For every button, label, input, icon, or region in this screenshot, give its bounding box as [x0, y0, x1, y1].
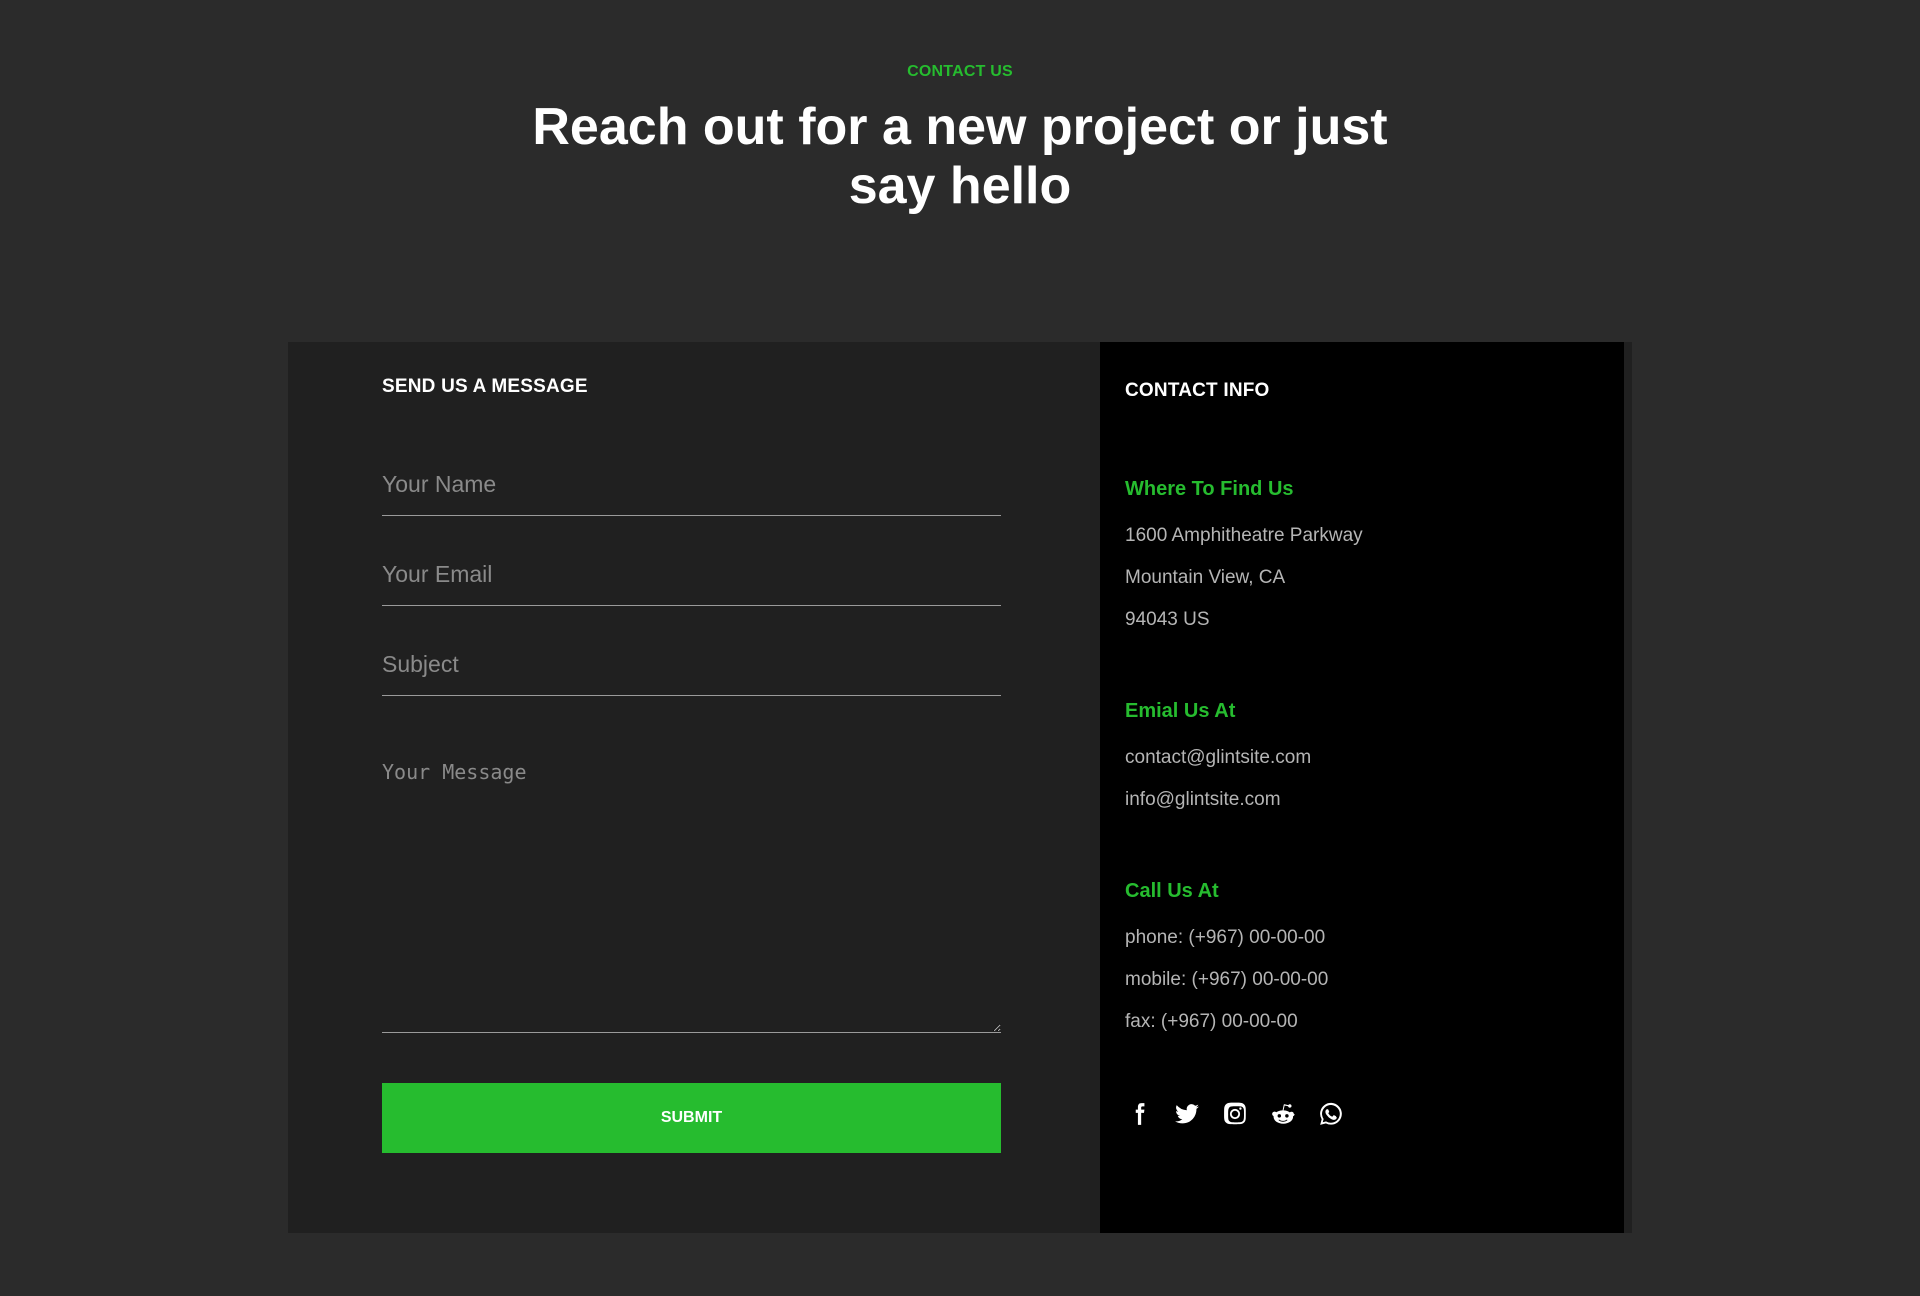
subject-input[interactable]	[382, 634, 1001, 696]
address-block: Where To Find Us 1600 Amphitheatre Parkw…	[1125, 478, 1605, 641]
contact-container: SEND US A MESSAGE SUBMIT CONTACT INFO Wh…	[288, 342, 1632, 1233]
contact-form: SEND US A MESSAGE SUBMIT	[288, 342, 1100, 1233]
address-line: 1600 Amphitheatre Parkway	[1125, 525, 1363, 546]
section-headline: Reach out for a new project or just say …	[532, 98, 1388, 215]
section-eyebrow: CONTACT US	[907, 63, 1013, 80]
contact-info-panel: CONTACT INFO Where To Find Us 1600 Amphi…	[1100, 342, 1624, 1233]
call-block: Call Us At phone: (+967) 00-00-00 mobile…	[1125, 880, 1605, 1043]
form-title: SEND US A MESSAGE	[382, 376, 588, 397]
whatsapp-icon[interactable]	[1317, 1100, 1345, 1128]
info-title: CONTACT INFO	[1125, 380, 1270, 401]
twitter-icon[interactable]	[1173, 1100, 1201, 1128]
address-heading: Where To Find Us	[1125, 478, 1294, 500]
email-heading: Emial Us At	[1125, 700, 1236, 722]
email-line[interactable]: contact@glintsite.com	[1125, 737, 1605, 779]
email-block: Emial Us At contact@glintsite.com info@g…	[1125, 700, 1605, 821]
address-line: 94043 US	[1125, 609, 1210, 630]
social-links	[1125, 1100, 1345, 1128]
email-line[interactable]: info@glintsite.com	[1125, 779, 1605, 821]
mobile-line: mobile: (+967) 00-00-00	[1125, 969, 1329, 990]
submit-button[interactable]: SUBMIT	[382, 1083, 1001, 1153]
call-heading: Call Us At	[1125, 880, 1219, 902]
message-textarea[interactable]	[382, 742, 1001, 1033]
reddit-icon[interactable]	[1269, 1100, 1297, 1128]
instagram-icon[interactable]	[1221, 1100, 1249, 1128]
name-input[interactable]	[382, 454, 1001, 516]
email-input[interactable]	[382, 544, 1001, 606]
address-line: Mountain View, CA	[1125, 567, 1286, 588]
facebook-icon[interactable]	[1125, 1100, 1153, 1128]
fax-line: fax: (+967) 00-00-00	[1125, 1011, 1298, 1032]
phone-line: phone: (+967) 00-00-00	[1125, 927, 1326, 948]
